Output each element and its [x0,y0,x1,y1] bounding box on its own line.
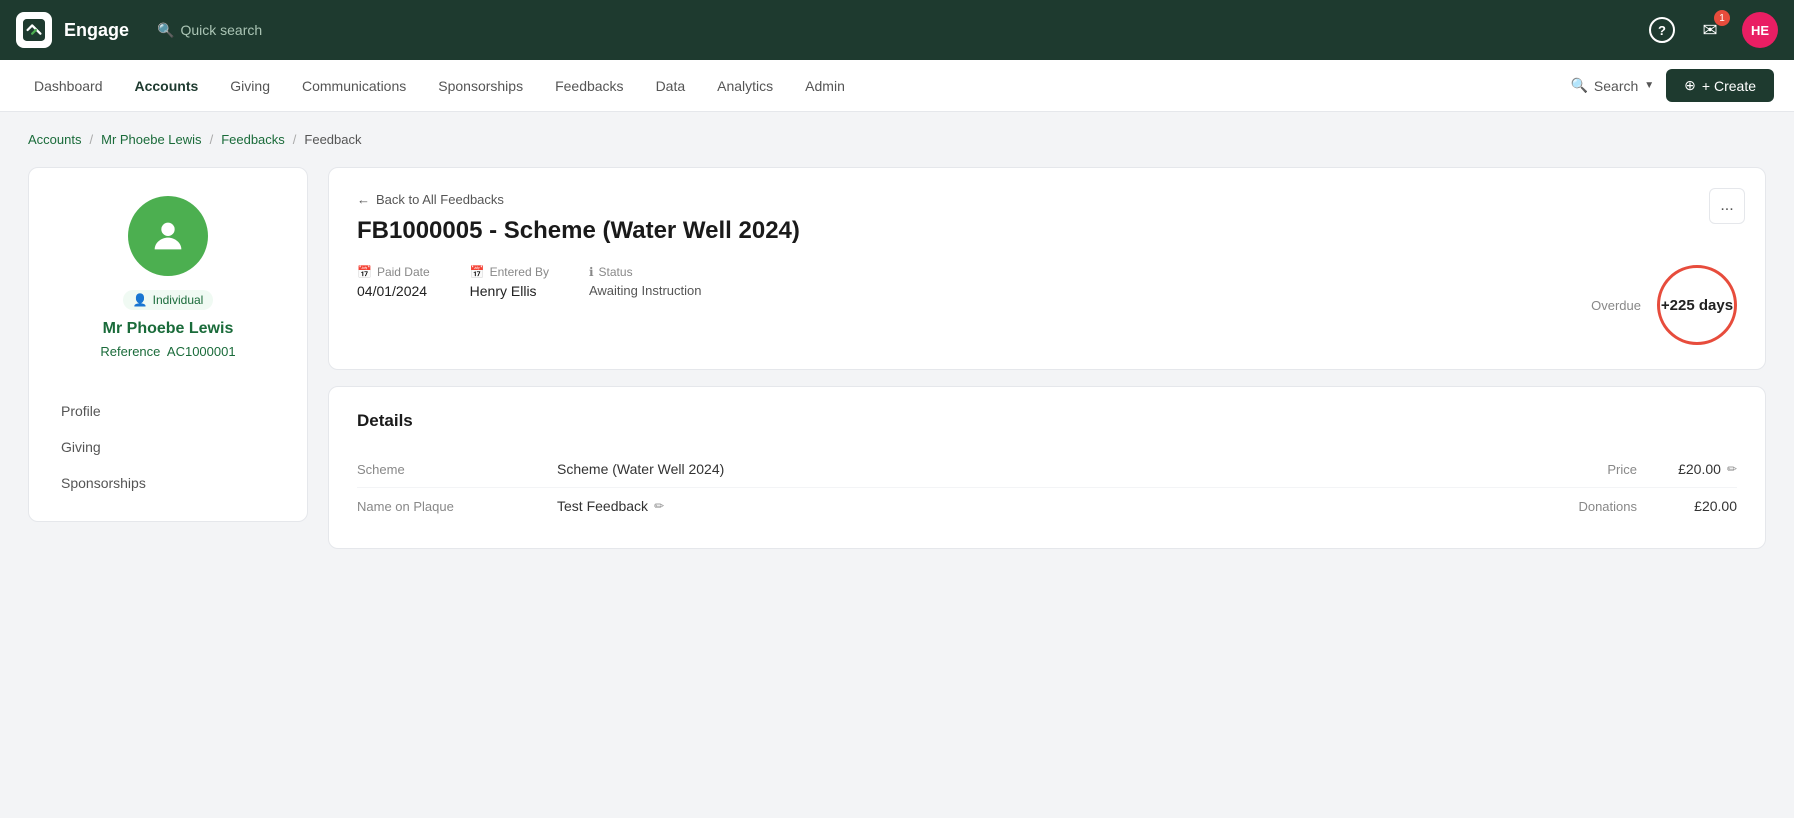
plus-icon: ⊕ [1684,77,1696,94]
app-brand: Engage [64,20,129,41]
topbar: Engage 🔍 Quick search ? ✉ 1 HE [0,0,1794,60]
calendar-icon-2: 📅 [470,265,485,279]
nav-item-dashboard[interactable]: Dashboard [20,72,117,100]
create-button[interactable]: ⊕ + Create [1666,69,1774,102]
feedback-detail-card: ... ← Back to All Feedbacks FB1000005 - … [328,167,1766,370]
right-content: ... ← Back to All Feedbacks FB1000005 - … [328,167,1766,549]
feedback-title: FB1000005 - Scheme (Water Well 2024) [357,217,1737,245]
calendar-icon: 📅 [357,265,372,279]
left-nav-giving[interactable]: Giving [49,429,287,465]
overdue-label: Overdue [1591,298,1641,313]
back-link[interactable]: ← Back to All Feedbacks [357,192,1737,207]
quick-search[interactable]: 🔍 Quick search [157,22,262,39]
nav-item-admin[interactable]: Admin [791,72,859,100]
app-logo[interactable] [16,12,52,48]
details-row-scheme: Scheme Scheme (Water Well 2024) Price £2… [357,451,1737,488]
breadcrumb-sep-3: / [293,132,297,147]
search-button[interactable]: 🔍 Search ▼ [1570,77,1654,94]
user-icon: 👤 [133,293,148,307]
plaque-edit-icon[interactable]: ✏ [654,499,664,513]
individual-badge: 👤 Individual [123,290,214,310]
breadcrumb-current: Feedback [304,132,361,147]
breadcrumb: Accounts / Mr Phoebe Lewis / Feedbacks /… [28,132,1766,147]
price-edit-icon[interactable]: ✏ [1727,462,1737,476]
plaque-label: Name on Plaque [357,499,557,514]
avatar [128,196,208,276]
paid-date-field: 📅 Paid Date 04/01/2024 [357,265,430,299]
breadcrumb-accounts[interactable]: Accounts [28,132,81,147]
person-reference: Reference AC1000001 [100,344,235,359]
info-icon: ℹ [589,265,594,279]
search-icon: 🔍 [1570,77,1587,94]
status-field: ℹ Status Awaiting Instruction [589,265,702,298]
main-layout: 👤 Individual Mr Phoebe Lewis Reference A… [28,167,1766,549]
breadcrumb-person[interactable]: Mr Phoebe Lewis [101,132,201,147]
paid-date-value: 04/01/2024 [357,283,430,299]
help-icon: ? [1649,17,1675,43]
search-icon: 🔍 [157,22,174,39]
notifications-button[interactable]: ✉ 1 [1694,14,1726,46]
overdue-area: Overdue +225 days [1591,265,1737,345]
breadcrumb-feedbacks[interactable]: Feedbacks [221,132,285,147]
mainnav-right: 🔍 Search ▼ ⊕ + Create [1570,69,1774,102]
left-nav: Profile Giving Sponsorships [49,393,287,501]
person-name[interactable]: Mr Phoebe Lewis [103,320,234,338]
details-card: Details Scheme Scheme (Water Well 2024) … [328,386,1766,549]
donations-value: £20.00 [1637,498,1737,514]
chevron-down-icon: ▼ [1644,80,1654,91]
breadcrumb-sep-1: / [89,132,93,147]
details-section-title: Details [357,411,1737,431]
nav-item-feedbacks[interactable]: Feedbacks [541,72,637,100]
scheme-value: Scheme (Water Well 2024) [557,461,1517,477]
nav-item-accounts[interactable]: Accounts [121,72,213,100]
left-panel: 👤 Individual Mr Phoebe Lewis Reference A… [28,167,308,522]
nav-item-giving[interactable]: Giving [216,72,284,100]
meta-row: 📅 Paid Date 04/01/2024 📅 Entered By Henr… [357,265,1737,345]
notification-badge: 1 [1714,10,1730,26]
donations-label: Donations [1517,499,1637,514]
breadcrumb-sep-2: / [210,132,214,147]
page-content: Accounts / Mr Phoebe Lewis / Feedbacks /… [0,112,1794,818]
price-value: £20.00 ✏ [1637,461,1737,477]
entered-by-value: Henry Ellis [470,283,549,299]
more-options-button[interactable]: ... [1709,188,1745,224]
status-value: Awaiting Instruction [589,283,702,298]
user-avatar[interactable]: HE [1742,12,1778,48]
nav-item-communications[interactable]: Communications [288,72,420,100]
plaque-value: Test Feedback ✏ [557,498,1517,514]
back-arrow-icon: ← [357,192,370,207]
nav-item-analytics[interactable]: Analytics [703,72,787,100]
ellipsis-icon: ... [1720,197,1733,215]
help-button[interactable]: ? [1646,14,1678,46]
nav-item-data[interactable]: Data [642,72,700,100]
entered-by-field: 📅 Entered By Henry Ellis [470,265,549,299]
details-row-plaque: Name on Plaque Test Feedback ✏ Donations… [357,488,1737,524]
nav-item-sponsorships[interactable]: Sponsorships [424,72,537,100]
topbar-right: ? ✉ 1 HE [1646,12,1778,48]
left-nav-sponsorships[interactable]: Sponsorships [49,465,287,501]
scheme-label: Scheme [357,462,557,477]
left-nav-profile[interactable]: Profile [49,393,287,429]
main-navigation: Dashboard Accounts Giving Communications… [0,60,1794,112]
price-label: Price [1517,462,1637,477]
overdue-circle: +225 days [1657,265,1737,345]
